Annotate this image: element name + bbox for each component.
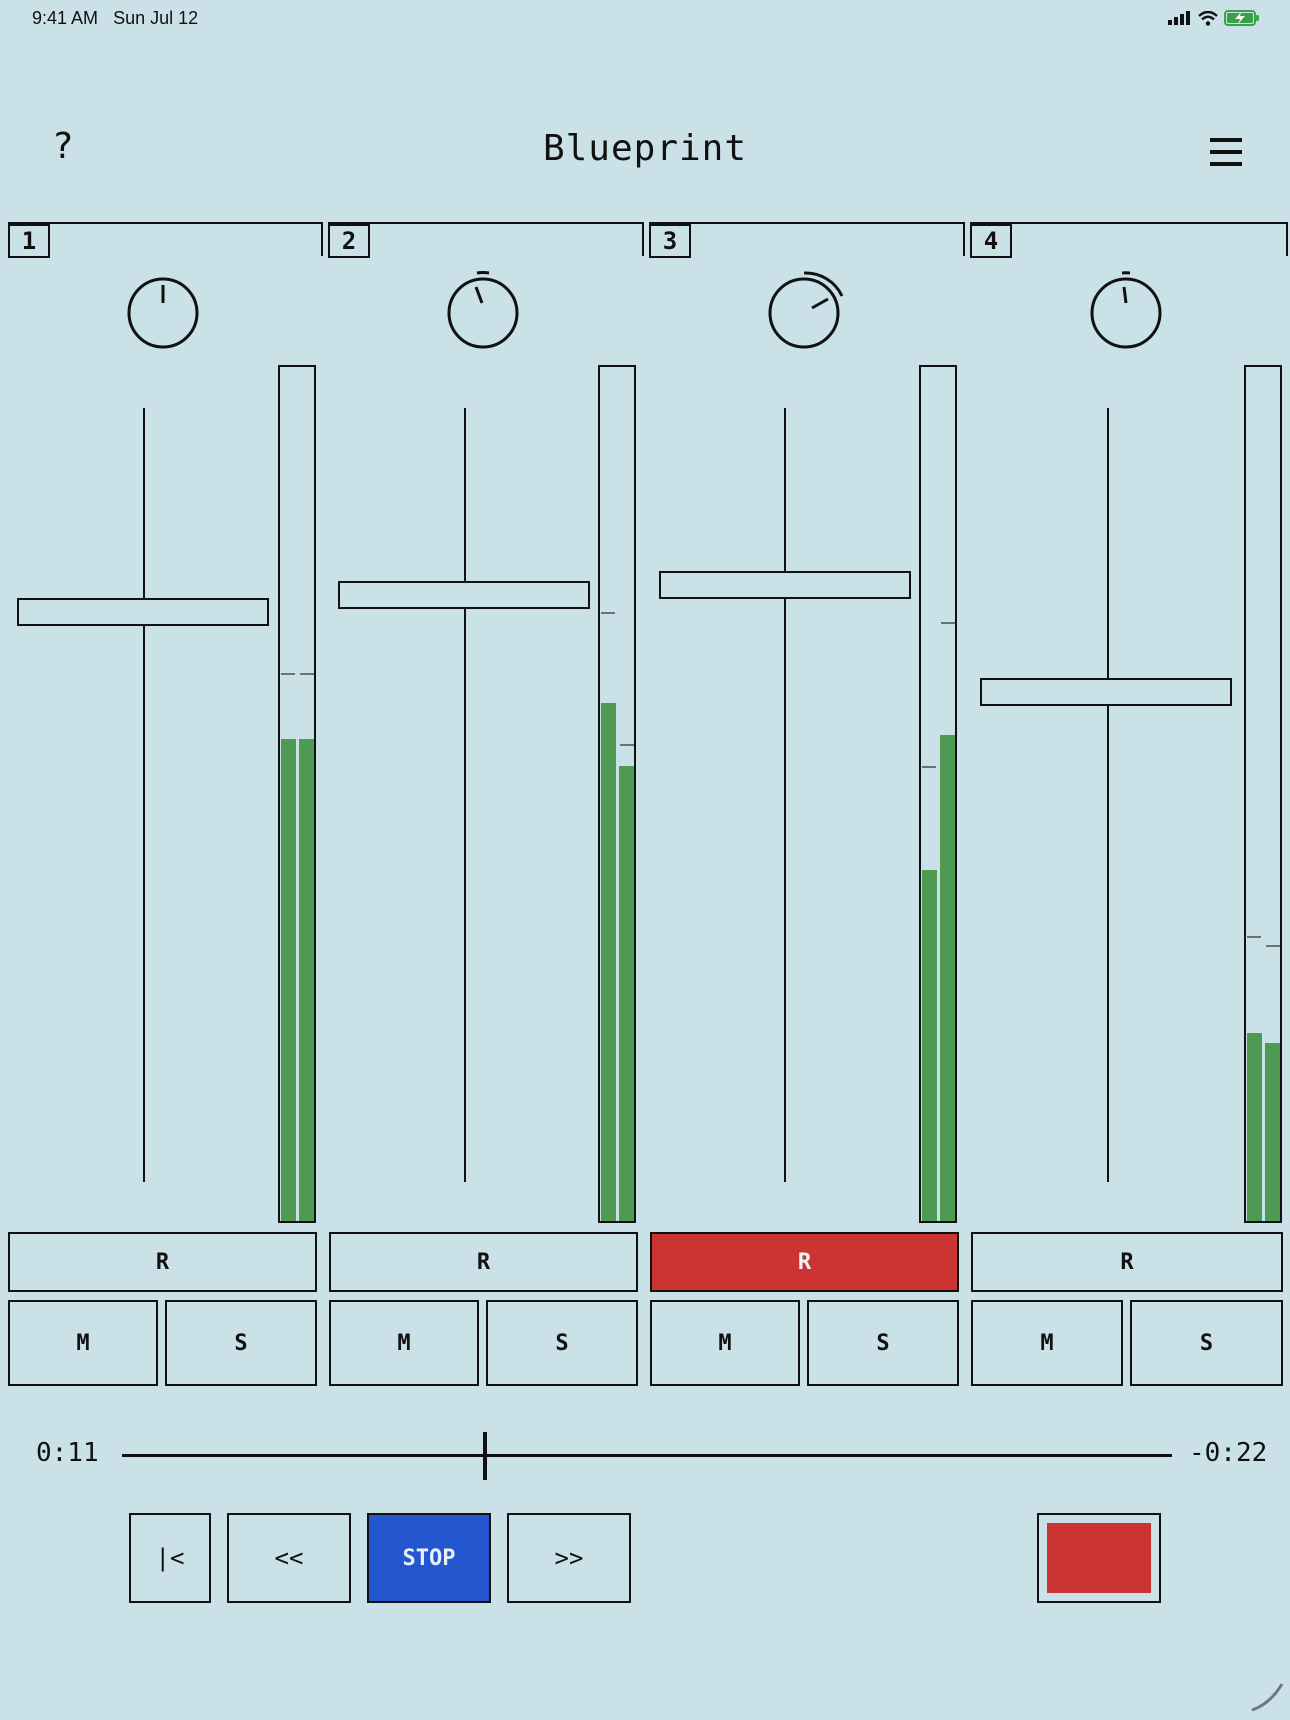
channel-header xyxy=(8,222,323,256)
mute-button[interactable]: M xyxy=(329,1300,479,1386)
channel-number: 4 xyxy=(970,224,1012,258)
status-icons xyxy=(1168,10,1260,26)
solo-button[interactable]: S xyxy=(1130,1300,1283,1386)
meter-bar-left xyxy=(601,703,616,1221)
menu-icon[interactable] xyxy=(1210,138,1242,166)
status-time: 9:41 AM xyxy=(32,8,99,28)
status-bar-time: 9:41 AM Sun Jul 12 xyxy=(32,8,198,29)
mute-button[interactable]: M xyxy=(971,1300,1123,1386)
solo-button[interactable]: S xyxy=(486,1300,638,1386)
fader-track xyxy=(464,408,466,1182)
peak-marker xyxy=(941,622,955,624)
record-arm-button[interactable]: R xyxy=(329,1232,638,1292)
pan-knob[interactable] xyxy=(1081,268,1171,358)
fast-forward-button[interactable]: >> xyxy=(507,1513,631,1603)
pan-knob[interactable] xyxy=(438,268,528,358)
playhead-handle[interactable] xyxy=(483,1432,487,1480)
rewind-button[interactable]: << xyxy=(227,1513,351,1603)
meter-bar-left xyxy=(1247,1033,1262,1221)
fader-track xyxy=(143,408,145,1182)
volume-fader-handle[interactable] xyxy=(17,598,269,626)
battery-charging-icon xyxy=(1224,10,1259,26)
meter-bar-right xyxy=(940,735,955,1221)
channel-number: 1 xyxy=(8,224,50,258)
peak-marker xyxy=(601,612,615,614)
peak-marker xyxy=(1266,945,1280,947)
record-arm-button[interactable]: R xyxy=(8,1232,317,1292)
peak-marker xyxy=(922,766,936,768)
channel-header xyxy=(328,222,644,256)
level-meter xyxy=(919,365,957,1223)
status-date: Sun Jul 12 xyxy=(113,8,199,28)
record-indicator xyxy=(1047,1523,1151,1593)
level-meter xyxy=(1244,365,1282,1223)
meter-bar-left xyxy=(281,739,296,1221)
peak-marker xyxy=(300,673,314,675)
peak-marker xyxy=(1247,936,1261,938)
fader-track xyxy=(1107,408,1109,1182)
pan-knob[interactable] xyxy=(118,268,208,358)
cellular-signal-icon xyxy=(1168,11,1190,25)
timeline-track[interactable] xyxy=(122,1454,1172,1457)
level-meter xyxy=(598,365,636,1223)
stop-button[interactable]: STOP xyxy=(367,1513,491,1603)
volume-fader-handle[interactable] xyxy=(659,571,911,599)
volume-fader-handle[interactable] xyxy=(338,581,590,609)
solo-button[interactable]: S xyxy=(165,1300,317,1386)
meter-bar-left xyxy=(922,870,937,1221)
meter-bar-right xyxy=(619,766,634,1221)
level-meter xyxy=(278,365,316,1223)
volume-fader-handle[interactable] xyxy=(980,678,1232,706)
page-title: Blueprint xyxy=(542,128,748,169)
channel-header xyxy=(970,222,1288,256)
pan-knob[interactable] xyxy=(759,268,849,358)
record-button[interactable] xyxy=(1037,1513,1161,1603)
remaining-time: -0:22 xyxy=(1189,1438,1268,1468)
record-arm-button[interactable]: R xyxy=(650,1232,959,1292)
fader-track xyxy=(784,408,786,1182)
resize-grip-icon xyxy=(1251,1683,1284,1712)
meter-bar-right xyxy=(299,739,314,1221)
elapsed-time: 0:11 xyxy=(36,1438,99,1468)
channel-number: 2 xyxy=(328,224,370,258)
meter-bar-right xyxy=(1265,1043,1280,1221)
peak-marker xyxy=(281,673,295,675)
channel-header xyxy=(649,222,965,256)
wifi-icon xyxy=(1198,10,1218,26)
mute-button[interactable]: M xyxy=(650,1300,800,1386)
mute-button[interactable]: M xyxy=(8,1300,158,1386)
record-arm-button[interactable]: R xyxy=(971,1232,1283,1292)
solo-button[interactable]: S xyxy=(807,1300,959,1386)
peak-marker xyxy=(620,744,634,746)
go-to-start-button[interactable]: |< xyxy=(129,1513,211,1603)
channel-number: 3 xyxy=(649,224,691,258)
